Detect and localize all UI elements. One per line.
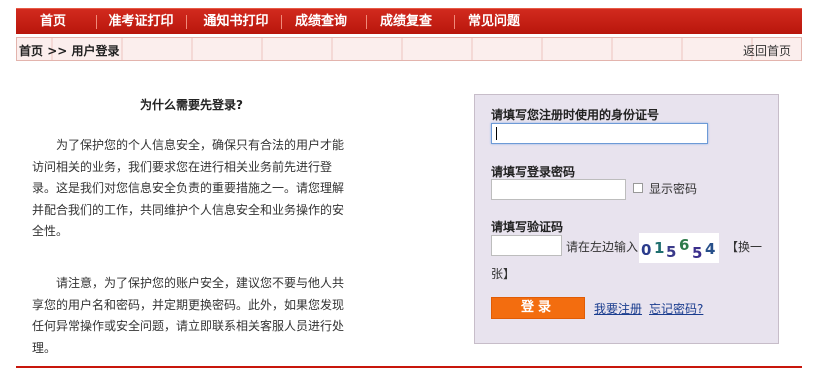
captcha-refresh[interactable]: 【换一 <box>726 238 762 255</box>
breadcrumb-separator: >> <box>47 44 68 58</box>
nav-score-query[interactable]: 成绩查询 <box>293 9 349 35</box>
top-strip <box>16 0 802 8</box>
captcha-char: 4 <box>705 240 716 258</box>
info-paragraph-1: 为了保护您的个人信息安全，确保只有合法的用户才能访问相关的业务，我们要求您在进行… <box>32 138 345 238</box>
captcha-char: 6 <box>679 236 690 254</box>
nav-separator <box>186 15 187 29</box>
show-password-checkbox[interactable] <box>633 183 643 193</box>
captcha-input[interactable] <box>491 235 562 256</box>
nav-home[interactable]: 首页 <box>38 9 68 35</box>
breadcrumb-path: 首页 >> 用户登录 <box>19 42 120 59</box>
forgot-password-link[interactable]: 忘记密码? <box>649 300 703 317</box>
register-link[interactable]: 我要注册 <box>594 300 642 317</box>
nav-faq[interactable]: 常见问题 <box>466 9 522 35</box>
nav-separator <box>454 15 455 29</box>
password-input[interactable] <box>491 179 626 200</box>
bottom-divider <box>16 366 802 368</box>
captcha-hint: 请在左边输入 <box>566 240 639 254</box>
nav-separator <box>96 15 97 29</box>
login-button[interactable]: 登录 <box>491 297 585 319</box>
breadcrumb-home[interactable]: 首页 <box>19 44 43 58</box>
login-panel: 请填写您注册时使用的身份证号 请填写登录密码 显示密码 请填写验证码 请在左边输… <box>474 94 779 344</box>
captcha-char: 0 <box>641 241 652 259</box>
info-paragraph-2: 请注意，为了保护您的账户安全，建议您不要与他人共享您的用户名和密码，并定期更换密… <box>32 276 345 355</box>
captcha-label: 请填写验证码 <box>491 220 564 234</box>
main-nav: 首页 准考证打印 通知书打印 成绩查询 成绩复查 常见问题 <box>16 8 802 34</box>
id-number-input[interactable] <box>491 123 708 144</box>
nav-notice-print[interactable]: 通知书打印 <box>198 9 274 35</box>
show-password-label: 显示密码 <box>649 182 698 196</box>
captcha-image: 0 1 5 6 5 4 <box>639 233 719 263</box>
nav-admission-ticket[interactable]: 准考证打印 <box>108 9 174 35</box>
nav-separator <box>281 15 282 29</box>
password-label: 请填写登录密码 <box>491 165 576 179</box>
id-number-label: 请填写您注册时使用的身份证号 <box>491 108 660 122</box>
captcha-char: 1 <box>654 239 665 257</box>
back-home-link[interactable]: 返回首页 <box>743 42 791 59</box>
breadcrumb: 首页 >> 用户登录 返回首页 <box>16 37 802 61</box>
text-caret <box>496 127 497 140</box>
nav-score-review[interactable]: 成绩复查 <box>378 9 434 35</box>
breadcrumb-current: 用户登录 <box>71 44 120 58</box>
nav-separator <box>366 15 367 29</box>
captcha-char: 5 <box>666 243 677 261</box>
captcha-char: 5 <box>692 244 703 262</box>
captcha-refresh-tail[interactable]: 张】 <box>491 265 515 282</box>
info-title: 为什么需要先登录? <box>140 98 243 112</box>
